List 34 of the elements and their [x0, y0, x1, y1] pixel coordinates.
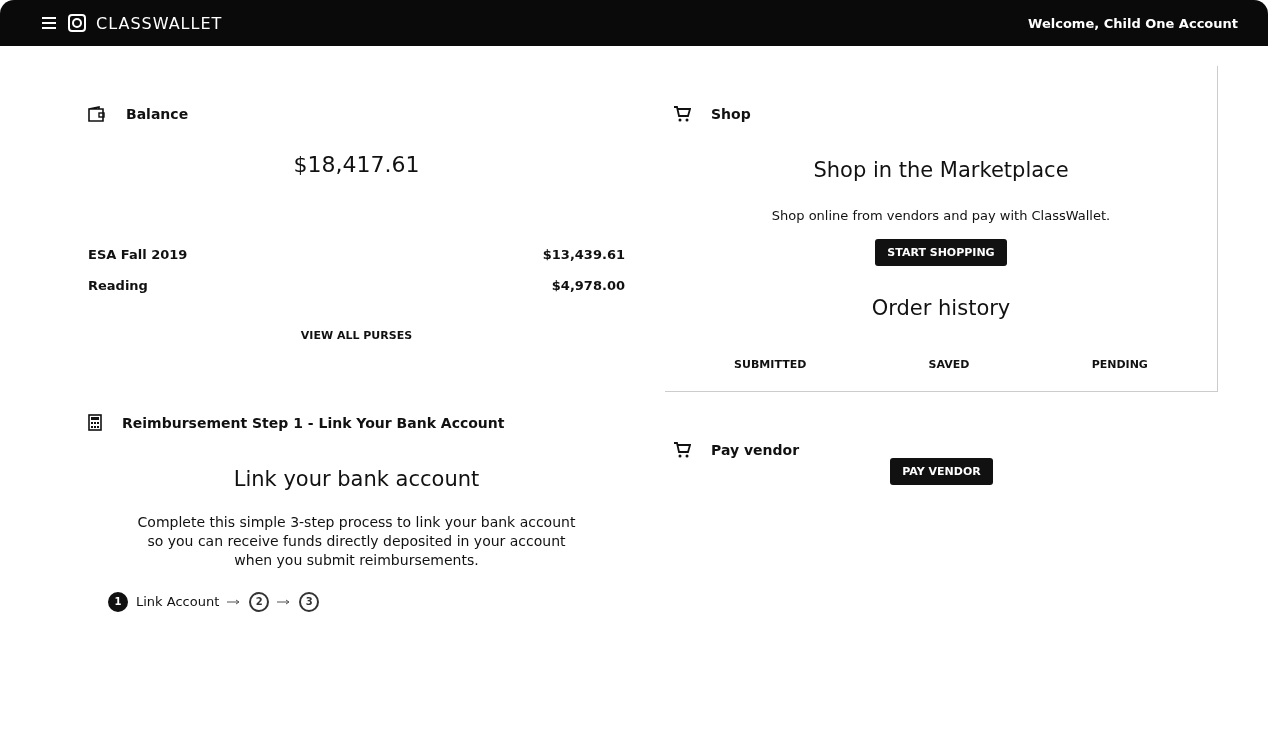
account-menu[interactable]: Welcome, Child One Account [1022, 14, 1244, 32]
section-heading: Order history [871, 296, 1011, 320]
card-title: Reimbursement Step 1 - Link Your Bank Account [122, 414, 505, 431]
pay-vendor-button[interactable]: PAY VENDOR [890, 458, 993, 485]
step-number: 1 [108, 591, 128, 612]
purse-amount: $4,978.00 [551, 278, 625, 293]
logo-icon [68, 14, 86, 32]
arrow-icon [227, 598, 242, 605]
cart-icon [673, 442, 691, 458]
step-number: 3 [299, 591, 320, 612]
step-number: 2 [249, 591, 270, 612]
calculator-icon [88, 414, 102, 431]
balance-amount: $18,417.61 [293, 152, 420, 177]
cart-icon [673, 106, 691, 122]
step-label: Link Account [136, 594, 220, 610]
purse-name: ESA Fall 2019 [88, 247, 188, 262]
card-title: Pay vendor [711, 442, 800, 458]
order-tab[interactable]: SAVED [920, 350, 978, 379]
purse-amount: $13,439.61 [542, 247, 625, 262]
description-text: Shop online from vendors and pay with ClassWallet. [771, 208, 1111, 223]
section-heading: Link your bank account [233, 467, 480, 491]
menu-icon[interactable] [40, 15, 58, 31]
arrow-icon [277, 598, 292, 605]
purse-name: Reading [88, 278, 148, 293]
card-title: Balance [126, 106, 189, 122]
start-shopping-button[interactable]: START SHOPPING [875, 239, 1007, 266]
wallet-icon [88, 106, 106, 122]
order-tab[interactable]: SUBMITTED [726, 350, 815, 379]
description-text: Complete this simple 3-step process to link your bank account so you can receive funds directly deposited in your account when you submit reimbursements. [136, 513, 577, 570]
order-tab[interactable]: PENDING [1083, 350, 1156, 379]
card-title: Shop [711, 106, 751, 122]
brand-name: CLASSWALLET [96, 13, 223, 33]
section-heading: Shop in the Marketplace [813, 158, 1069, 182]
view-all-purses-link[interactable]: VIEW ALL PURSES [300, 329, 413, 342]
